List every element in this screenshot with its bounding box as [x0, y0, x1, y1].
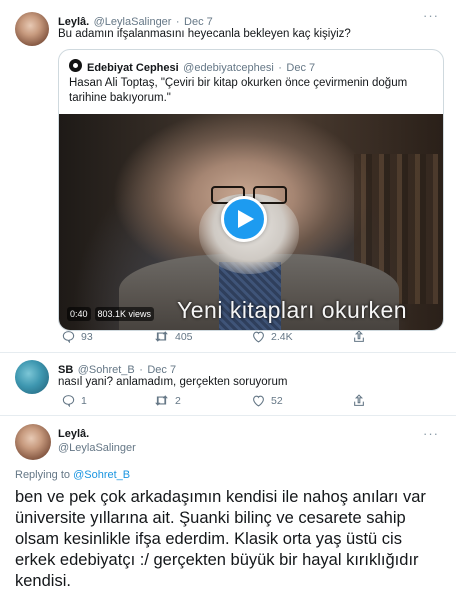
play-icon — [238, 210, 254, 228]
retweet-button[interactable]: 405 — [154, 330, 193, 343]
video-views: 803.1K views — [94, 307, 155, 321]
share-button[interactable] — [353, 394, 365, 407]
retweet-count: 405 — [175, 330, 193, 343]
like-count: 52 — [271, 394, 283, 407]
avatar[interactable] — [15, 360, 49, 394]
tweet-actions: 93 405 2.4K — [0, 330, 456, 346]
share-icon — [354, 394, 364, 406]
tweet-text: ben ve pek çok arkadaşımın kendisi ile n… — [15, 488, 426, 590]
retweet-count: 2 — [175, 394, 181, 407]
reply-icon — [62, 331, 75, 343]
video-subtitle: Yeni kitapları okurken — [177, 297, 408, 323]
heart-icon — [253, 395, 264, 407]
quote-text: Hasan Ali Toptaş, "Çeviri bir kitap okur… — [69, 77, 408, 104]
quote-author-name[interactable]: Edebiyat Cephesi — [87, 62, 179, 74]
play-button[interactable] — [221, 196, 267, 242]
video-duration: 0:40 — [67, 307, 91, 321]
video-meta: 0:40 803.1K views — [67, 307, 155, 321]
like-button[interactable]: 2.4K — [252, 330, 293, 343]
reply-count: 93 — [81, 330, 93, 343]
retweet-icon — [155, 331, 168, 342]
reply-count: 1 — [81, 394, 87, 407]
tweet-2[interactable]: SB @Sohret_B · Dec 7 nasıl yani? anlamad… — [0, 353, 456, 415]
share-icon — [354, 330, 364, 342]
tweet-text: Bu adamın ifşalanmasını heyecanla bekley… — [58, 28, 351, 40]
more-icon[interactable]: ··· — [423, 426, 439, 441]
separator: · — [278, 62, 282, 74]
avatar[interactable] — [15, 424, 51, 460]
replying-prefix: Replying to — [15, 469, 71, 481]
quote-author-handle[interactable]: @edebiyatcephesi — [183, 62, 274, 74]
reply-icon — [62, 395, 75, 407]
share-button[interactable] — [353, 330, 365, 343]
quote-avatar — [69, 59, 82, 72]
like-button[interactable]: 52 — [252, 394, 283, 407]
tweet-actions: 1 2 52 — [0, 394, 456, 410]
video-player[interactable]: Yeni kitapları okurken 0:40 803.1K views — [59, 114, 443, 330]
avatar[interactable] — [15, 12, 49, 46]
author-handle[interactable]: @LeylaSalinger — [58, 442, 136, 454]
reply-button[interactable]: 1 — [62, 394, 87, 407]
replying-to: Replying to @Sohret_B — [15, 469, 130, 481]
author-name[interactable]: Leylâ. — [58, 428, 89, 440]
tweet-text: nasıl yani? anlamadım, gerçekten soruyor… — [58, 376, 288, 388]
reply-button[interactable]: 93 — [62, 330, 93, 343]
quote-date[interactable]: Dec 7 — [286, 62, 315, 74]
tweet-1[interactable]: Leylâ. @LeylaSalinger · Dec 7 ··· Bu ada… — [0, 0, 456, 352]
more-icon[interactable]: ··· — [423, 8, 439, 23]
heart-icon — [253, 331, 264, 343]
quoted-tweet[interactable]: Edebiyat Cephesi @edebiyatcephesi · Dec … — [58, 49, 444, 331]
retweet-icon — [155, 395, 168, 406]
replying-handle-link[interactable]: @Sohret_B — [73, 469, 130, 481]
like-count: 2.4K — [271, 330, 293, 343]
retweet-button[interactable]: 2 — [154, 394, 181, 407]
